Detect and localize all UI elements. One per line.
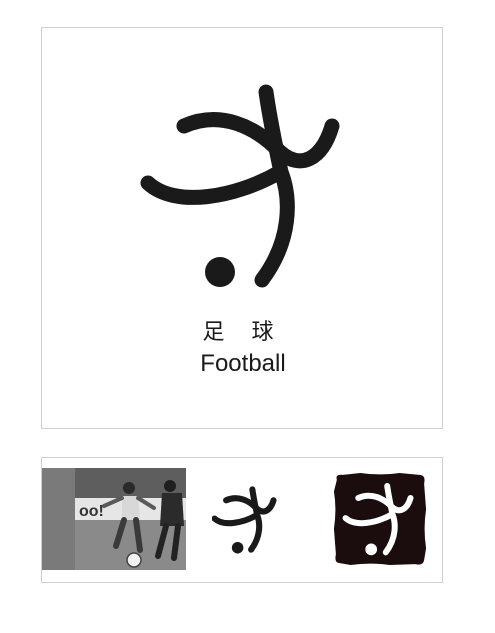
football-seal-icon: [333, 472, 427, 566]
football-pictogram-icon: [140, 84, 340, 288]
svg-text:oo!: oo!: [79, 503, 104, 520]
football-match-photo: oo!: [42, 468, 186, 570]
sport-name-english: Football: [200, 350, 286, 377]
variants-strip-panel: oo!: [41, 457, 443, 583]
football-pictogram-small-icon: [212, 486, 277, 554]
sport-name-chinese: 足 球: [202, 320, 284, 345]
main-pictogram-panel: 足 球 Football: [41, 27, 443, 429]
